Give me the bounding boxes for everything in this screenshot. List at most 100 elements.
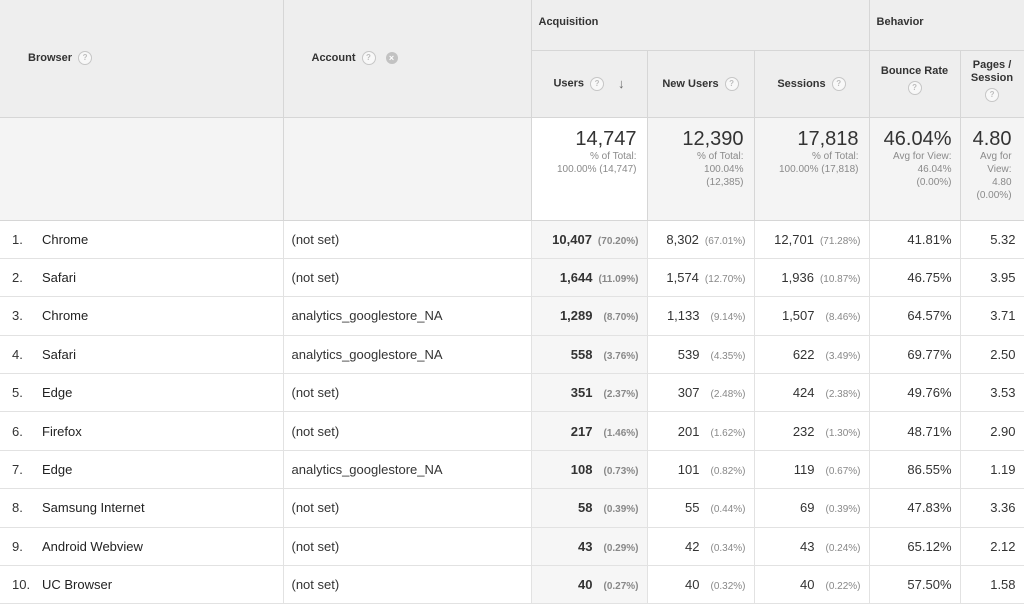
help-icon[interactable]: ? (985, 87, 1000, 102)
pages-session-cell: 2.90 (960, 411, 1024, 451)
account-column-header[interactable]: Account? × (283, 0, 532, 118)
browser-link[interactable]: Safari (42, 347, 76, 362)
browser-link[interactable]: Firefox (42, 424, 82, 439)
bounce-rate-column-header[interactable]: Bounce Rate ? (869, 50, 961, 118)
account-cell: (not set) (283, 220, 532, 259)
sort-descending-icon[interactable]: ↓ (618, 76, 625, 91)
browser-cell: 1. Chrome (0, 220, 284, 259)
analytics-report-table: Browser? Account? × Acquisition Behavior … (0, 0, 1024, 605)
new-users-total-cell: 12,390 % of Total: 100.04% (12,385) (647, 117, 755, 221)
sessions-cell: 1,936 (10.87%) (754, 258, 870, 298)
help-icon[interactable]: ? (907, 80, 922, 95)
pages-session-column-header[interactable]: Pages / Session ? (960, 50, 1024, 118)
browser-cell: 7. Edge (0, 450, 284, 490)
total-caption: (0.00%) (916, 176, 952, 188)
sessions-percent: (10.87%) (819, 274, 861, 286)
browser-link[interactable]: Edge (42, 462, 72, 477)
browser-link[interactable]: Chrome (42, 232, 88, 247)
browser-header-label: Browser (28, 52, 73, 65)
users-percent: (0.27%) (603, 581, 639, 593)
users-percent: (11.09%) (598, 274, 639, 286)
browser-link[interactable]: Samsung Internet (42, 500, 145, 515)
bounce-rate-value: 86.55% (907, 462, 952, 478)
browser-link[interactable]: Safari (42, 270, 76, 285)
total-caption: 100.04% (704, 163, 744, 175)
account-link[interactable]: analytics_googlestore_NA (292, 347, 443, 362)
new-users-value: 201 (677, 423, 700, 439)
sessions-cell: 1,507 (8.46%) (754, 296, 870, 336)
account-link[interactable]: (not set) (292, 424, 340, 439)
browser-link[interactable]: UC Browser (42, 577, 112, 592)
help-icon[interactable]: ? (78, 51, 93, 66)
users-value: 10,407 (552, 231, 592, 247)
new-users-cell: 101 (0.82%) (647, 450, 755, 490)
sessions-total-cell: 17,818 % of Total: 100.00% (17,818) (754, 117, 870, 221)
row-number: 1. (12, 231, 23, 247)
account-link[interactable]: (not set) (292, 500, 340, 515)
pages-session-total-value: 4.80 (972, 127, 1012, 150)
pages-session-value: 1.58 (990, 577, 1016, 593)
help-icon[interactable]: ? (724, 76, 739, 91)
total-caption: 100.00% (17,818) (779, 163, 859, 175)
table-row: 2. Safari (not set) 1,644 (11.09%) 1,574 (12.7… (0, 258, 1024, 298)
help-icon[interactable]: ? (361, 51, 376, 66)
row-number: 6. (12, 423, 23, 439)
browser-link[interactable]: Android Webview (42, 539, 143, 554)
sessions-column-header[interactable]: Sessions? (754, 50, 870, 118)
pages-session-cell: 1.19 (960, 450, 1024, 490)
pages-session-cell: 1.58 (960, 565, 1024, 605)
account-link[interactable]: (not set) (292, 270, 340, 285)
sessions-value: 622 (792, 346, 815, 362)
table-row: 3. Chrome analytics_googlestore_NA 1,289 (8.… (0, 296, 1024, 336)
browser-link[interactable]: Chrome (42, 308, 88, 323)
pages-session-value: 1.19 (990, 462, 1016, 478)
account-link[interactable]: (not set) (292, 539, 340, 554)
pages-session-cell: 3.36 (960, 488, 1024, 528)
table-row: 8. Samsung Internet (not set) 58 (0.39%) 55 (0… (0, 488, 1024, 528)
browser-column-header[interactable]: Browser? (0, 0, 284, 118)
sessions-percent: (3.49%) (825, 350, 861, 362)
users-value: 558 (570, 346, 593, 362)
row-number: 5. (12, 385, 23, 401)
account-cell: analytics_googlestore_NA (283, 335, 532, 375)
new-users-percent: (0.44%) (710, 504, 746, 516)
sessions-total-value: 17,818 (797, 127, 859, 150)
new-users-column-header[interactable]: New Users? (647, 50, 755, 118)
browser-link[interactable]: Edge (42, 385, 72, 400)
users-value: 217 (570, 423, 593, 439)
new-users-value: 307 (677, 385, 700, 401)
users-column-header[interactable]: Users? ↓ (531, 50, 648, 118)
bounce-rate-cell: 49.76% (869, 373, 961, 413)
bounce-rate-value: 46.75% (907, 270, 952, 286)
bounce-rate-header-label: Bounce Rate (880, 64, 949, 77)
remove-dimension-icon[interactable]: × (385, 52, 398, 65)
total-caption: % of Total: (812, 150, 859, 162)
new-users-percent: (1.62%) (710, 427, 746, 439)
pages-session-cell: 2.50 (960, 335, 1024, 375)
new-users-cell: 1,133 (9.14%) (647, 296, 755, 336)
browser-cell: 8. Samsung Internet (0, 488, 284, 528)
users-percent: (70.20%) (597, 235, 639, 247)
help-icon[interactable]: ? (831, 76, 846, 91)
bounce-rate-cell: 86.55% (869, 450, 961, 490)
new-users-percent: (12.70%) (704, 274, 746, 286)
new-users-cell: 40 (0.32%) (647, 565, 755, 605)
total-caption: (0.00%) (976, 189, 1012, 201)
new-users-value: 539 (677, 346, 700, 362)
total-caption: % of Total: (696, 150, 744, 162)
bounce-rate-value: 41.81% (907, 231, 952, 247)
total-caption: Avg for (980, 150, 1012, 162)
account-link[interactable]: analytics_googlestore_NA (292, 462, 443, 477)
sessions-value: 1,507 (781, 308, 815, 324)
account-link[interactable]: (not set) (292, 232, 340, 247)
account-link[interactable]: analytics_googlestore_NA (292, 308, 443, 323)
new-users-value: 101 (677, 462, 700, 478)
help-icon[interactable]: ? (590, 76, 605, 91)
total-caption: 46.04% (917, 163, 952, 175)
users-value: 351 (570, 385, 593, 401)
sessions-value: 69 (800, 500, 815, 516)
account-link[interactable]: (not set) (292, 577, 340, 592)
browser-cell: 2. Safari (0, 258, 284, 298)
account-link[interactable]: (not set) (292, 385, 340, 400)
browser-cell: 5. Edge (0, 373, 284, 413)
